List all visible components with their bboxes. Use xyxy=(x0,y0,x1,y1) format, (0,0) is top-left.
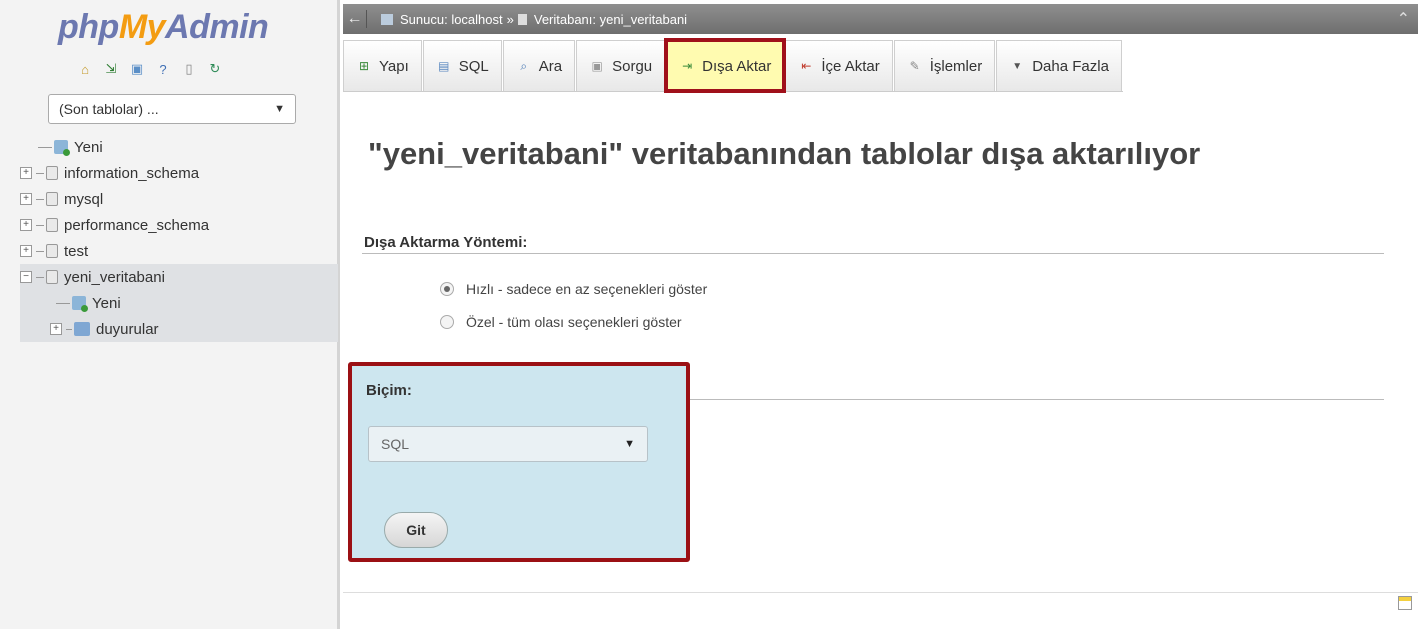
breadcrumb-server[interactable]: Sunucu: localhost xyxy=(400,12,503,27)
sql-icon: ▤ xyxy=(438,59,450,73)
tree-item-test[interactable]: + test xyxy=(20,238,338,264)
tab-search[interactable]: ⌕ Ara xyxy=(502,40,576,91)
tree-item-performance-schema[interactable]: + performance_schema xyxy=(20,212,338,238)
tree-line xyxy=(36,172,44,174)
format-section: Biçim: SQL ▼ Git xyxy=(348,362,690,562)
console-icon[interactable] xyxy=(1398,596,1412,610)
new-table-icon xyxy=(72,296,88,312)
home-icon[interactable]: ⌂ xyxy=(76,60,94,78)
nav-toolbar: ⌂ ⇲ ▣ ? ▯ ↻ xyxy=(76,60,224,78)
import-icon: ⇤ xyxy=(801,59,812,73)
new-database-icon xyxy=(54,140,70,156)
tree-line xyxy=(36,224,44,226)
database-icon xyxy=(46,244,58,258)
radio-quick[interactable]: Hızlı - sadece en az seçenekleri göster xyxy=(440,281,707,297)
tab-query[interactable]: ▣ Sorgu xyxy=(576,40,666,91)
structure-icon: ⊞ xyxy=(358,59,370,73)
dropdown-arrow-icon: ▼ xyxy=(624,438,635,450)
format-select[interactable]: SQL ▼ xyxy=(368,426,648,462)
tree-item-new-table[interactable]: Yeni xyxy=(20,290,338,316)
search-icon: ⌕ xyxy=(520,58,528,73)
radio-custom-label: Özel - tüm olası seçenekleri göster xyxy=(466,314,682,330)
database-icon xyxy=(46,270,58,284)
format-heading: Biçim: xyxy=(366,382,412,399)
tree-line xyxy=(66,328,72,330)
tree-item-new[interactable]: Yeni xyxy=(20,134,338,160)
expand-icon[interactable]: + xyxy=(20,219,32,231)
documentation-icon[interactable]: ? xyxy=(154,60,172,78)
breadcrumb-bar: ← Sunucu: localhost » Veritabanı: yeni_v… xyxy=(343,4,1418,34)
database-tree: Yeni + information_schema + mysql + perf… xyxy=(20,134,338,342)
collapse-topbar-icon[interactable]: ⌃ xyxy=(1397,9,1418,29)
divider xyxy=(343,592,1418,593)
tree-line xyxy=(38,146,52,148)
query-icon: ▣ xyxy=(591,59,603,73)
tree-line xyxy=(36,198,44,200)
table-icon xyxy=(74,322,90,336)
tree-item-mysql[interactable]: + mysql xyxy=(20,186,338,212)
database-icon xyxy=(46,166,58,180)
database-icon xyxy=(517,13,527,25)
radio-quick-input[interactable] xyxy=(440,282,454,296)
database-tabs: ⊞ Yapı ▤ SQL ⌕ Ara ▣ Sorgu ⇥ Dışa Aktar … xyxy=(343,38,1123,93)
radio-quick-label: Hızlı - sadece en az seçenekleri göster xyxy=(466,281,708,297)
breadcrumb: Sunucu: localhost » Veritabanı: yeni_ver… xyxy=(367,12,687,27)
divider xyxy=(690,399,1384,400)
divider xyxy=(362,253,1384,254)
database-icon xyxy=(46,218,58,232)
tree-line xyxy=(36,250,44,252)
tree-item-information-schema[interactable]: + information_schema xyxy=(20,160,338,186)
tree-line xyxy=(36,276,44,278)
server-icon xyxy=(381,13,393,25)
export-method-heading: Dışa Aktarma Yöntemi: xyxy=(364,234,528,251)
tab-sql[interactable]: ▤ SQL xyxy=(422,40,502,91)
collapse-icon[interactable]: − xyxy=(20,271,32,283)
dropdown-arrow-icon: ▼ xyxy=(274,103,285,115)
recent-tables-select[interactable]: (Son tablolar) ... ▼ xyxy=(48,94,296,124)
back-arrow-icon[interactable]: ← xyxy=(343,10,367,28)
format-select-value: SQL xyxy=(381,436,410,452)
tab-more[interactable]: ▼ Daha Fazla xyxy=(996,40,1122,91)
tree-item-duyurular[interactable]: + duyurular xyxy=(20,316,338,342)
breadcrumb-database[interactable]: Veritabanı: yeni_veritabani xyxy=(534,12,687,27)
docs-page-icon[interactable]: ▯ xyxy=(180,60,198,78)
breadcrumb-separator: » xyxy=(506,11,514,27)
expand-icon[interactable]: + xyxy=(50,323,62,335)
more-icon: ▼ xyxy=(1012,60,1023,72)
tab-import[interactable]: ⇤ İçe Aktar xyxy=(785,40,893,91)
tab-structure[interactable]: ⊞ Yapı xyxy=(343,40,422,91)
page-title: "yeni_veritabani" veritabanından tablola… xyxy=(368,136,1201,171)
tab-operations[interactable]: ✎ İşlemler xyxy=(893,40,996,91)
radio-custom[interactable]: Özel - tüm olası seçenekleri göster xyxy=(440,314,682,330)
operations-icon: ✎ xyxy=(909,59,920,73)
tree-line xyxy=(56,302,70,304)
reload-icon[interactable]: ↻ xyxy=(206,60,224,78)
expand-icon[interactable]: + xyxy=(20,167,32,179)
navigation-panel: phpMyAdmin ⌂ ⇲ ▣ ? ▯ ↻ (Son tablolar) ..… xyxy=(0,0,340,629)
tab-export[interactable]: ⇥ Dışa Aktar xyxy=(664,38,787,93)
tree-item-yeni-veritabani[interactable]: − yeni_veritabani xyxy=(20,264,338,290)
export-icon: ⇥ xyxy=(682,59,693,73)
expand-icon[interactable]: + xyxy=(20,245,32,257)
logout-icon[interactable]: ⇲ xyxy=(102,60,120,78)
go-button[interactable]: Git xyxy=(384,512,448,548)
radio-custom-input[interactable] xyxy=(440,315,454,329)
expand-icon[interactable]: + xyxy=(20,193,32,205)
database-icon xyxy=(46,192,58,206)
query-window-icon[interactable]: ▣ xyxy=(128,60,146,78)
phpmyadmin-logo[interactable]: phpMyAdmin xyxy=(58,8,269,47)
